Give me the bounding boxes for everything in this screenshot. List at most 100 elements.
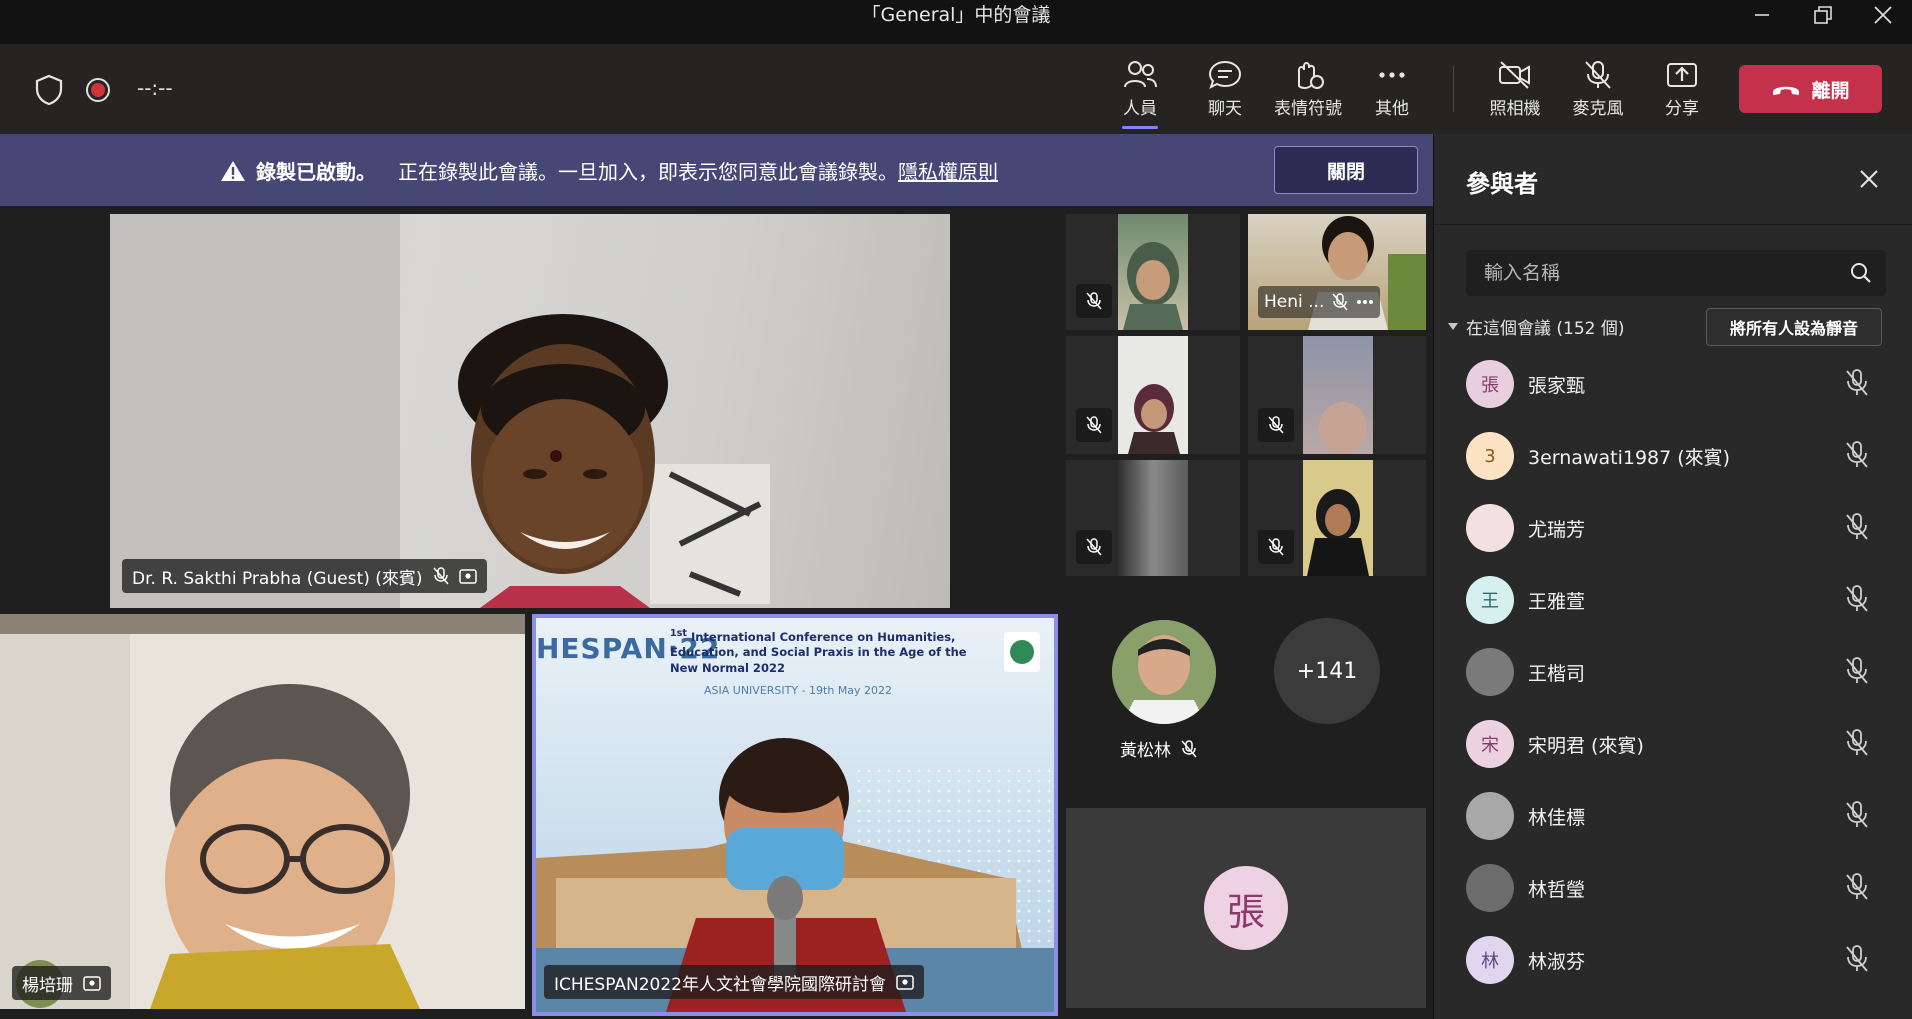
meeting-group-header[interactable]: 在這個會議 (152 個) [1448,314,1625,339]
participant-row[interactable]: 林哲瑩 [1434,852,1912,924]
thumbnail-6[interactable] [1248,460,1426,576]
camera-off-icon [1499,61,1530,89]
close-panel-icon[interactable] [1854,164,1884,194]
participant-row[interactable]: 王楷司 [1434,636,1912,708]
avatar [1466,864,1514,912]
slide-headline: International Conference on Humanities, … [670,629,967,675]
restore-icon [1814,6,1832,24]
raise-hand-icon [1298,62,1324,90]
muted-indicator [1258,408,1294,442]
avatar: 林 [1466,936,1514,984]
reactions-button[interactable]: 表情符號 [1268,54,1348,126]
huang-avatar[interactable] [1112,620,1216,724]
people-button[interactable]: 人員 [1100,54,1180,129]
zhang-avatar: 張 [1204,866,1288,950]
mic-off-icon[interactable] [1844,728,1870,762]
window-title: 「General」中的會議 [861,4,1051,26]
mic-button[interactable]: 麥克風 [1558,54,1638,126]
video-stage: Dr. R. Sakthi Prabha (Guest) (來賓) 楊培珊 HE… [0,206,1433,1019]
video-tile-left[interactable]: 楊培珊 [0,614,525,1009]
participant-video-feed [1123,242,1183,330]
banner-close-button[interactable]: 關閉 [1274,146,1418,194]
participant-video [1118,460,1188,576]
mic-off-icon[interactable] [1844,584,1870,618]
shield-icon[interactable] [34,74,64,106]
participant-row[interactable]: 宋宋明君 (來賓) [1434,708,1912,780]
avatar: 宋 [1466,720,1514,768]
muted-indicator [1076,530,1112,564]
avatar: 王 [1466,576,1514,624]
more-options-icon[interactable] [1356,299,1374,305]
participant-row[interactable]: 林林淑芬 [1434,924,1912,996]
panel-title: 參與者 [1466,170,1538,198]
participant-video-feed [1307,489,1369,576]
participant-photo [1112,620,1216,724]
banner-message: 錄製已啟動。 正在錄製此會議。一旦加入，即表示您同意此會議錄製。 隱私權原則 [220,156,998,185]
minimize-button[interactable] [1736,0,1788,30]
mic-off-icon [433,567,449,585]
mic-off-icon [1332,293,1348,311]
muted-indicator [1076,408,1112,442]
heni-name: Heni ... [1264,292,1325,312]
participant-row[interactable]: 尤瑞芳 [1434,492,1912,564]
avatar [1466,792,1514,840]
share-label: 分享 [1665,99,1699,119]
title-bar: 「General」中的會議 [0,0,1912,44]
participant-name: 王楷司 [1528,663,1586,685]
participant-name: 王雅萱 [1528,591,1586,613]
recording-icon [86,78,110,102]
thumbnail-5[interactable] [1066,460,1240,576]
search-icon[interactable] [1850,262,1872,284]
participant-row[interactable]: 王王雅萱 [1434,564,1912,636]
video-tile-presenter[interactable]: HESPAN·22 1st International Conference o… [532,614,1058,1016]
close-window-button[interactable] [1857,0,1909,30]
more-participants-button[interactable]: +141 [1274,618,1380,724]
close-icon [1874,6,1892,24]
mic-off-icon[interactable] [1844,512,1870,546]
participant-search [1466,250,1886,296]
chat-icon [1208,60,1242,89]
zhang-tile[interactable]: 張 [1066,808,1426,1008]
presenter-name: ICHESPAN2022年人文社會學院國際研討會 [554,974,886,995]
main-speaker-name: Dr. R. Sakthi Prabha (Guest) (來賓) [132,568,423,589]
mute-all-button[interactable]: 將所有人設為靜音 [1706,308,1882,346]
participant-video-feed [1128,384,1180,454]
thumbnail-1[interactable] [1066,214,1240,330]
mic-off-icon[interactable] [1844,800,1870,834]
participant-row[interactable]: 張張家甄 [1434,348,1912,420]
presenter-video [536,632,1054,1012]
thumbnail-heni[interactable]: Heni ... [1248,214,1426,330]
participant-row[interactable]: 林佳標 [1434,780,1912,852]
restore-button[interactable] [1797,0,1849,30]
minimize-icon [1755,14,1769,16]
mic-off-icon [1086,292,1102,310]
slide-prefix: 1st [670,628,687,639]
chat-button[interactable]: 聊天 [1185,54,1265,126]
participant-row[interactable]: 3 3ernawati1987 (來賓) [1434,420,1912,492]
more-label: 其他 [1375,99,1409,119]
thumbnail-4[interactable] [1248,336,1426,454]
search-input[interactable] [1466,250,1836,296]
mic-off-icon[interactable] [1844,368,1870,402]
share-button[interactable]: 分享 [1642,54,1722,126]
mic-off-icon[interactable] [1844,656,1870,690]
video-tile-main[interactable]: Dr. R. Sakthi Prabha (Guest) (來賓) [110,214,950,608]
mic-off-icon[interactable] [1844,944,1870,978]
leave-button[interactable]: 離開 [1739,65,1882,113]
meeting-toolbar: --:-- 人員 聊天 表情符號 其他 照相機 麥克風 分享 離開 [0,44,1912,134]
privacy-link[interactable]: 隱私權原則 [898,156,998,185]
hang-up-icon [1773,86,1800,95]
slide-subtitle: ASIA UNIVERSITY - 19th May 2022 [704,684,893,697]
camera-button[interactable]: 照相機 [1475,54,1555,126]
chat-label: 聊天 [1208,99,1242,119]
avatar: 張 [1466,360,1514,408]
participant-video [1118,336,1188,454]
mic-off-icon[interactable] [1844,872,1870,906]
group-label: 在這個會議 (152 個) [1466,319,1625,339]
mic-off-icon[interactable] [1844,440,1870,474]
avatar [1466,648,1514,696]
banner-bold: 錄製已啟動。 [256,160,376,184]
more-button[interactable]: 其他 [1352,54,1432,126]
warning-icon [221,160,245,181]
thumbnail-3[interactable] [1066,336,1240,454]
